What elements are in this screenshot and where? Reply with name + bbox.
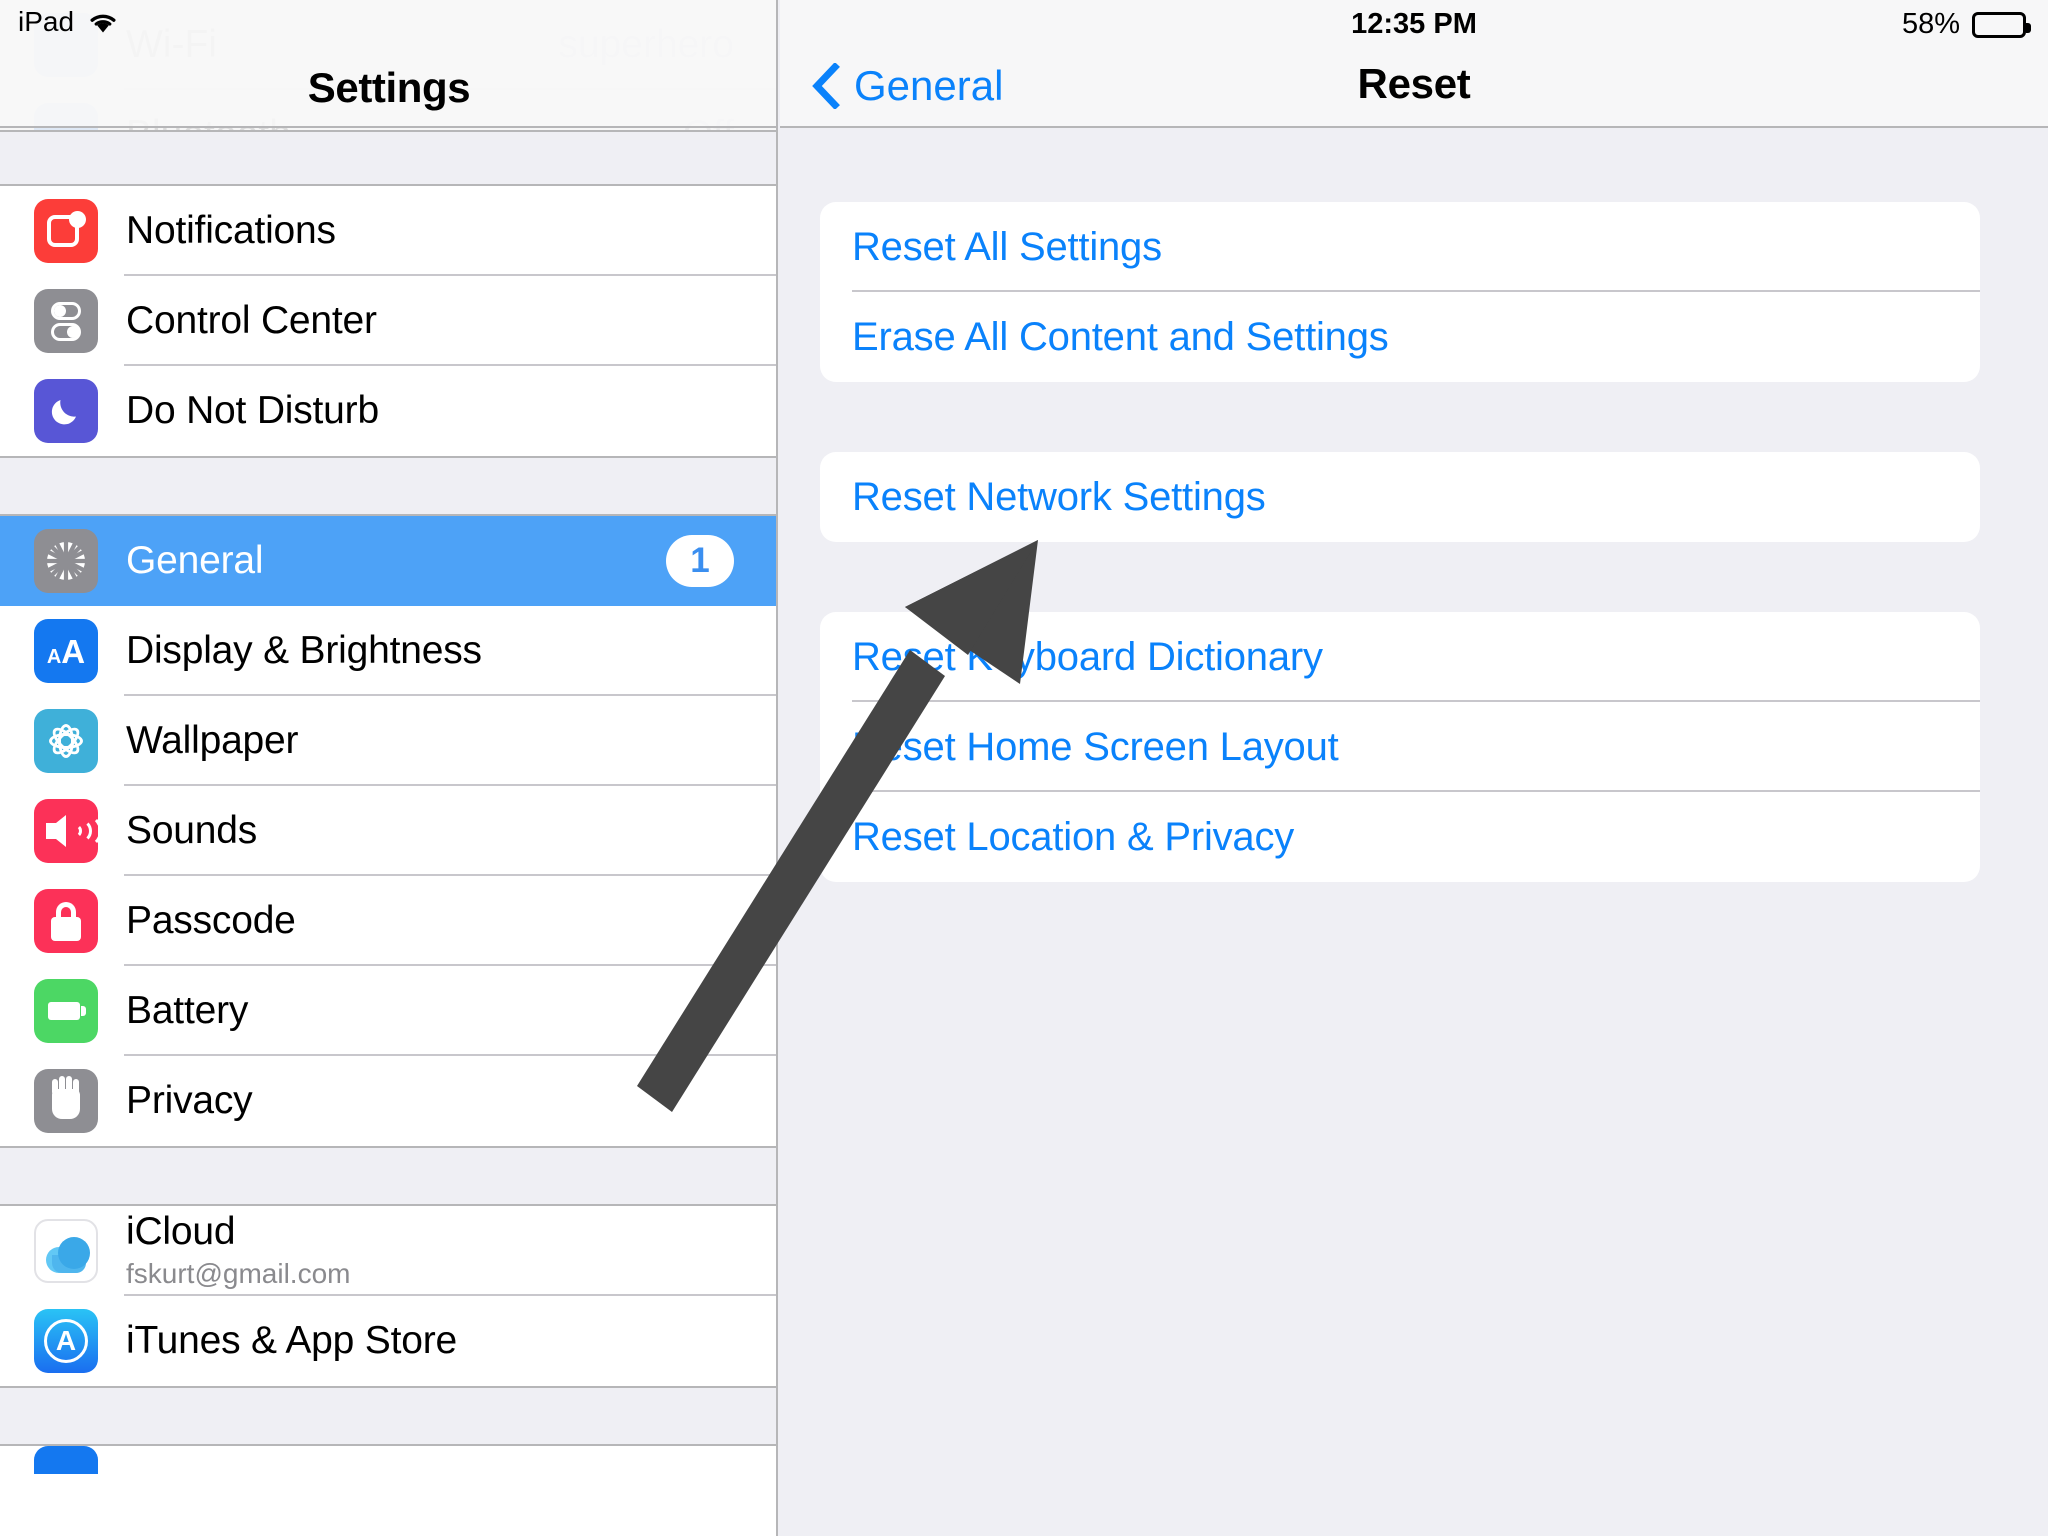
- reset-network-settings-row[interactable]: Reset Network Settings: [820, 452, 1980, 542]
- sidebar-item-label: Notifications: [126, 208, 336, 252]
- display-brightness-icon: AA: [34, 619, 98, 683]
- icloud-icon: [34, 1219, 98, 1283]
- sidebar-item-general[interactable]: General 1: [0, 516, 776, 606]
- sidebar-item-do-not-disturb[interactable]: Do Not Disturb: [0, 366, 776, 456]
- sidebar-item-partial[interactable]: [0, 1446, 776, 1474]
- reset-home-screen-layout-row[interactable]: Reset Home Screen Layout: [820, 702, 1980, 792]
- reset-all-settings-row[interactable]: Reset All Settings: [820, 202, 1980, 292]
- sounds-icon: [34, 799, 98, 863]
- group-gap: [0, 1386, 776, 1446]
- reset-group-3: Reset Keyboard Dictionary Reset Home Scr…: [820, 612, 1980, 882]
- sidebar-item-label: Do Not Disturb: [126, 388, 379, 432]
- status-bar-left: iPad: [18, 6, 120, 38]
- sidebar-item-notifications[interactable]: Notifications: [0, 186, 776, 276]
- sidebar-item-label: Passcode: [126, 898, 296, 942]
- wallpaper-icon: [34, 709, 98, 773]
- itunes-app-store-icon: [34, 1309, 98, 1373]
- reset-location-privacy-row[interactable]: Reset Location & Privacy: [820, 792, 1980, 882]
- status-bar-clock: 12:35 PM: [1351, 8, 1477, 40]
- control-center-icon: [34, 289, 98, 353]
- mail-icon: [34, 1446, 98, 1474]
- device-label: iPad: [18, 6, 75, 37]
- erase-all-content-label: Erase All Content and Settings: [852, 314, 1389, 359]
- reset-location-privacy-label: Reset Location & Privacy: [852, 814, 1295, 859]
- ipad-settings-screen: Wi-Fi superhero Bluetooth Off Settings i…: [0, 0, 2048, 1536]
- sidebar-item-wallpaper[interactable]: Wallpaper: [0, 696, 776, 786]
- sidebar-item-label: Wallpaper: [126, 718, 299, 762]
- sidebar-item-label: General: [126, 538, 264, 582]
- status-badge: 1: [666, 535, 734, 587]
- general-gear-icon: [34, 529, 98, 593]
- wifi-icon: [90, 14, 116, 33]
- sidebar-item-itunes-app-store[interactable]: iTunes & App Store: [0, 1296, 776, 1386]
- sidebar-item-label: iCloud: [126, 1210, 236, 1254]
- sidebar-item-label: iTunes & App Store: [126, 1318, 457, 1362]
- sidebar-item-sounds[interactable]: Sounds: [0, 786, 776, 876]
- group-gap: [0, 1146, 776, 1206]
- reset-keyboard-dictionary-row[interactable]: Reset Keyboard Dictionary: [820, 612, 1980, 702]
- group-gap: [0, 130, 776, 186]
- sidebar-item-label: Control Center: [126, 298, 377, 342]
- status-bar-battery: 58%: [1901, 8, 2031, 41]
- sidebar-item-label: Display & Brightness: [126, 628, 482, 672]
- reset-group-2: Reset Network Settings: [820, 452, 1980, 542]
- sidebar-item-label: Privacy: [126, 1078, 253, 1122]
- sidebar-item-subtitle: fskurt@gmail.com: [126, 1257, 351, 1289]
- sidebar-list: Notifications Control Center Do Not Dist…: [0, 130, 776, 1474]
- reset-keyboard-dictionary-label: Reset Keyboard Dictionary: [852, 634, 1323, 679]
- battery-percent-label: 58%: [1901, 8, 1960, 40]
- battery-icon: [1972, 11, 2031, 38]
- group-gap: [0, 456, 776, 516]
- privacy-hand-icon: [34, 1069, 98, 1133]
- sidebar-item-display-brightness[interactable]: AA Display & Brightness: [0, 606, 776, 696]
- sidebar-item-passcode[interactable]: Passcode: [0, 876, 776, 966]
- settings-sidebar: Wi-Fi superhero Bluetooth Off Settings i…: [0, 0, 778, 1536]
- sidebar-item-control-center[interactable]: Control Center: [0, 276, 776, 366]
- reset-network-settings-label: Reset Network Settings: [852, 474, 1266, 519]
- battery-icon: [34, 979, 98, 1043]
- page-title: Settings: [307, 64, 471, 111]
- erase-all-content-row[interactable]: Erase All Content and Settings: [820, 292, 1980, 382]
- reset-all-settings-label: Reset All Settings: [852, 224, 1162, 269]
- sidebar-item-battery[interactable]: Battery: [0, 966, 776, 1056]
- detail-page-title: Reset: [1357, 60, 1471, 107]
- reset-group-1: Reset All Settings Erase All Content and…: [820, 202, 1980, 382]
- sidebar-item-privacy[interactable]: Privacy: [0, 1056, 776, 1146]
- sidebar-item-label: Sounds: [126, 808, 258, 852]
- notifications-icon: [34, 199, 98, 263]
- detail-navigation-bar: 12:35 PM 58% General Reset: [780, 0, 2048, 128]
- reset-home-screen-layout-label: Reset Home Screen Layout: [852, 724, 1339, 769]
- sidebar-item-icloud[interactable]: iCloud fskurt@gmail.com: [0, 1206, 776, 1296]
- passcode-lock-icon: [34, 889, 98, 953]
- sidebar-item-label: Battery: [126, 988, 249, 1032]
- do-not-disturb-icon: [34, 379, 98, 443]
